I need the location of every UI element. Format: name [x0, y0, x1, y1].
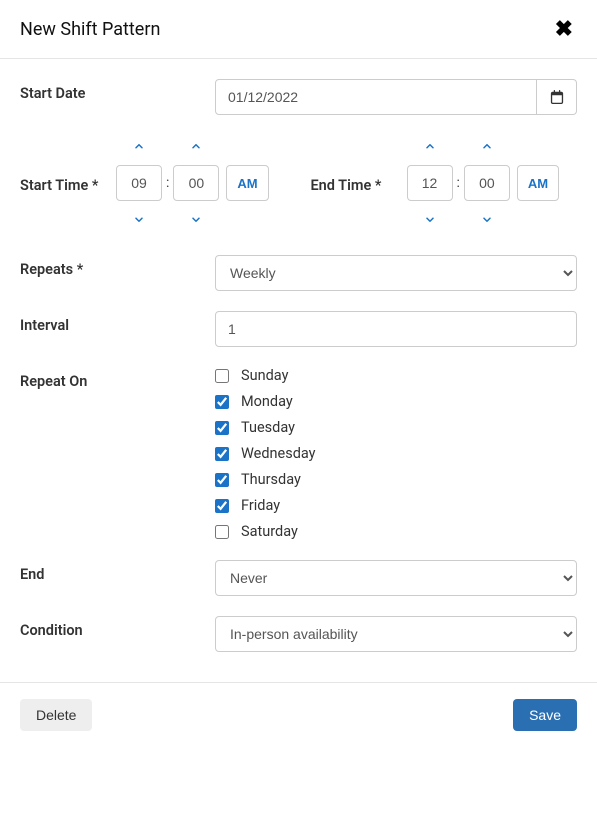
chevron-down-icon — [190, 213, 202, 225]
day-checkbox-item: Wednesday — [215, 445, 316, 462]
start-hour-input[interactable] — [116, 165, 162, 201]
chevron-down-icon — [133, 213, 145, 225]
day-checkbox-item: Monday — [215, 393, 316, 410]
start-ampm-button[interactable]: AM — [226, 165, 268, 201]
end-time-label: End Time * — [311, 135, 407, 231]
day-checkbox-thursday[interactable] — [215, 473, 229, 487]
day-checkbox-item: Tuesday — [215, 419, 316, 436]
day-label[interactable]: Sunday — [241, 367, 288, 384]
end-row: End Never — [20, 560, 577, 596]
time-separator: : — [453, 175, 464, 191]
start-hour-down-button[interactable] — [116, 207, 162, 231]
days-checkbox-list: Sunday Monday Tuesday Wednesday Thursday Frid… — [215, 367, 316, 540]
day-checkbox-saturday[interactable] — [215, 525, 229, 539]
start-time-label: Start Time * — [20, 135, 116, 231]
day-checkbox-item: Thursday — [215, 471, 316, 488]
day-checkbox-item: Sunday — [215, 367, 316, 384]
interval-label: Interval — [20, 311, 215, 334]
day-checkbox-wednesday[interactable] — [215, 447, 229, 461]
start-time-picker: : AM — [116, 135, 269, 231]
day-checkbox-item: Saturday — [215, 523, 316, 540]
day-label[interactable]: Tuesday — [241, 419, 295, 436]
day-label[interactable]: Saturday — [241, 523, 298, 540]
chevron-up-icon — [424, 141, 436, 153]
chevron-up-icon — [133, 141, 145, 153]
new-shift-pattern-modal: New Shift Pattern ✖ Start Date Start Tim… — [0, 0, 597, 747]
start-date-row: Start Date — [20, 79, 577, 115]
start-minute-up-button[interactable] — [173, 135, 219, 159]
calendar-button[interactable] — [537, 79, 577, 115]
modal-header: New Shift Pattern ✖ — [0, 0, 597, 59]
end-minute-down-button[interactable] — [464, 207, 510, 231]
chevron-up-icon — [190, 141, 202, 153]
repeats-row: Repeats * Weekly — [20, 255, 577, 291]
condition-row: Condition In-person availability — [20, 616, 577, 652]
chevron-down-icon — [481, 213, 493, 225]
condition-label: Condition — [20, 616, 215, 639]
delete-button[interactable]: Delete — [20, 699, 92, 731]
modal-footer: Delete Save — [0, 682, 597, 747]
save-button[interactable]: Save — [513, 699, 577, 731]
day-label[interactable]: Friday — [241, 497, 280, 514]
end-select[interactable]: Never — [215, 560, 577, 596]
day-label[interactable]: Wednesday — [241, 445, 316, 462]
start-date-label: Start Date — [20, 79, 215, 102]
day-checkbox-item: Friday — [215, 497, 316, 514]
modal-title: New Shift Pattern — [20, 19, 160, 40]
day-label[interactable]: Thursday — [241, 471, 301, 488]
calendar-icon — [550, 90, 564, 104]
end-minute-input[interactable] — [464, 165, 510, 201]
modal-body: Start Date Start Time * : — [0, 59, 597, 682]
start-minute-down-button[interactable] — [173, 207, 219, 231]
end-time-picker: : AM — [407, 135, 560, 231]
close-icon: ✖ — [555, 16, 573, 41]
end-hour-up-button[interactable] — [407, 135, 453, 159]
end-label: End — [20, 560, 215, 583]
chevron-up-icon — [481, 141, 493, 153]
end-hour-input[interactable] — [407, 165, 453, 201]
condition-select[interactable]: In-person availability — [215, 616, 577, 652]
repeats-select[interactable]: Weekly — [215, 255, 577, 291]
close-button[interactable]: ✖ — [551, 18, 577, 40]
time-row: Start Time * : AM — [20, 135, 577, 231]
day-checkbox-friday[interactable] — [215, 499, 229, 513]
start-date-input[interactable] — [215, 79, 537, 115]
repeats-label: Repeats * — [20, 255, 215, 278]
end-hour-down-button[interactable] — [407, 207, 453, 231]
repeat-on-row: Repeat On Sunday Monday Tuesday Wednesday Th… — [20, 367, 577, 540]
day-checkbox-sunday[interactable] — [215, 369, 229, 383]
end-ampm-button[interactable]: AM — [517, 165, 559, 201]
day-label[interactable]: Monday — [241, 393, 293, 410]
start-minute-input[interactable] — [173, 165, 219, 201]
start-hour-up-button[interactable] — [116, 135, 162, 159]
end-minute-up-button[interactable] — [464, 135, 510, 159]
time-separator: : — [162, 175, 173, 191]
interval-row: Interval — [20, 311, 577, 347]
day-checkbox-monday[interactable] — [215, 395, 229, 409]
interval-input[interactable] — [215, 311, 577, 347]
chevron-down-icon — [424, 213, 436, 225]
repeat-on-label: Repeat On — [20, 367, 215, 390]
day-checkbox-tuesday[interactable] — [215, 421, 229, 435]
